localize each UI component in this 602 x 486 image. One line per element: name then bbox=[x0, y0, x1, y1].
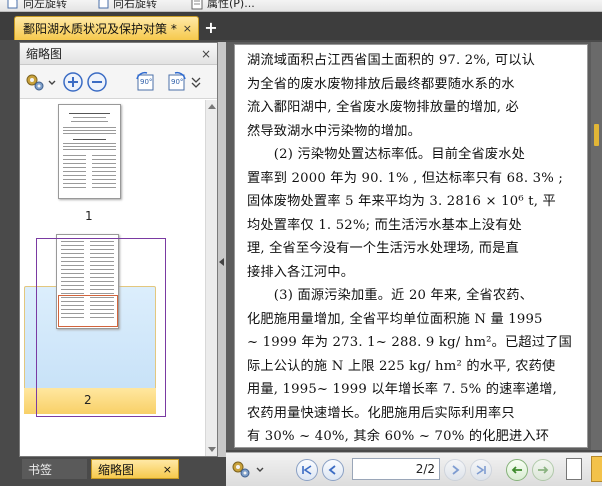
thumbnail-panel-title: 缩略图 bbox=[26, 47, 63, 61]
text-line: 有 30% ~ 40%, 其余 60% ~ 70% 的化肥进入环 bbox=[247, 429, 550, 444]
text-line: 理, 全省至今没有一个生活污水处理场, 而是直 bbox=[247, 241, 519, 256]
copy-pages-icon bbox=[165, 455, 205, 456]
page-indicator: 2/2 bbox=[415, 462, 435, 476]
continuous-view-icon[interactable] bbox=[591, 456, 602, 482]
previous-page-button[interactable] bbox=[322, 459, 344, 481]
close-tab-icon[interactable]: × bbox=[183, 22, 192, 35]
rotate-right-label: 向右旋转 bbox=[113, 0, 157, 10]
rotate-ccw-label: 90° bbox=[140, 78, 153, 86]
document-view: 湖流域面积占江西省国土面积的 97. 2%, 可以认 为全省的废水废物排放后最终… bbox=[226, 42, 602, 450]
properties-button[interactable]: 属性(P)... bbox=[190, 0, 255, 11]
thumbnail-label-1: 1 bbox=[85, 209, 93, 223]
chevron-right-icon bbox=[452, 465, 460, 475]
text-line: 用量, 1995~ 1999 以年增长率 7. 5% 的速率递增, bbox=[247, 382, 558, 397]
arrow-left-icon bbox=[511, 466, 522, 474]
tab-thumbnails-label: 缩略图 bbox=[98, 462, 135, 477]
text-line: 接排入各江河中。 bbox=[247, 264, 355, 280]
gear-icon[interactable] bbox=[230, 458, 252, 480]
zoom-out-icon[interactable] bbox=[86, 71, 108, 93]
text-line: 化肥施用量增加, 全省平均单位面积施 N 量 1995 bbox=[247, 311, 543, 327]
thumbnail-toolbar: 90° 90° bbox=[20, 65, 217, 99]
rotate-cw-label: 90° bbox=[171, 78, 184, 86]
main-toolbar: 向左旋转 向右旋转 属性(P)... bbox=[0, 0, 602, 12]
tab-thumbnails[interactable]: 缩略图 × bbox=[91, 459, 179, 479]
text-line: ~ 1999 年为 273. 1~ 288. 9 kg/ hm²。已超过了国 bbox=[247, 335, 572, 350]
text-line: 置率到 2000 年为 90. 1% , 但达标率只有 68. 3% ; bbox=[247, 170, 563, 186]
gear-icon[interactable] bbox=[24, 71, 46, 93]
text-line: 农药用量快速增长。化肥施用后实际利用率只 bbox=[247, 405, 515, 421]
chevron-left-icon bbox=[328, 465, 336, 475]
rotate-right-icon bbox=[98, 0, 109, 9]
last-page-button[interactable] bbox=[470, 459, 492, 481]
go-back-button[interactable] bbox=[506, 459, 528, 481]
first-page-button[interactable] bbox=[296, 459, 318, 481]
thumbnail-list: 1 2 bbox=[20, 100, 205, 456]
thumbnail-panel-header: 缩略图 × bbox=[20, 43, 217, 65]
more-options-icon[interactable] bbox=[190, 71, 202, 93]
text-line: 然导致湖水中污染物的增加。 bbox=[247, 123, 422, 139]
rotate-left-button[interactable]: 向左旋转 bbox=[6, 0, 67, 11]
document-page: 湖流域面积占江西省国土面积的 97. 2%, 可以认 为全省的废水废物排放后最终… bbox=[234, 44, 588, 448]
rotate-left-icon bbox=[7, 0, 18, 9]
go-forward-button[interactable] bbox=[532, 459, 554, 481]
close-panel-icon[interactable]: × bbox=[201, 47, 211, 61]
text-line: 固体废物处置率 5 年来平均为 3. 2816 × 10⁶ t, 平 bbox=[247, 194, 556, 209]
panel-tabs: 书签 缩略图 × bbox=[19, 458, 218, 480]
scroll-down-icon[interactable] bbox=[208, 447, 216, 452]
scroll-up-icon[interactable] bbox=[208, 104, 216, 109]
next-page-button[interactable] bbox=[444, 459, 466, 481]
document-tab-title: 鄱阳湖水质状况及保护对策 * bbox=[23, 22, 177, 36]
close-thumbnails-tab-icon[interactable]: × bbox=[163, 463, 172, 476]
document-tab[interactable]: 鄱阳湖水质状况及保护对策 * × bbox=[14, 16, 199, 40]
thumbnail-scrollbar[interactable] bbox=[205, 100, 217, 456]
text-line: 为全省的废水废物排放后最终都要随水系的水 bbox=[247, 76, 515, 92]
properties-icon bbox=[191, 0, 203, 10]
page-number-input[interactable]: 2/2 bbox=[352, 458, 440, 480]
text-line: 均处置率仅 1. 52%; 而生活污水基本上没有处 bbox=[247, 217, 522, 233]
side-marker[interactable] bbox=[594, 124, 599, 146]
text-line: (3) 面源污染加重。近 20 年来, 全省农药、 bbox=[247, 288, 534, 303]
properties-label: 属性(P)... bbox=[207, 0, 255, 10]
page-thumbnail-1[interactable] bbox=[58, 104, 121, 199]
text-line: 际上公认的施 N 上限 225 kg/ hm² 的水平, 农药使 bbox=[247, 358, 556, 374]
navigation-bar: 2/2 bbox=[226, 452, 602, 486]
chevron-down-icon[interactable] bbox=[48, 71, 56, 93]
document-tab-bar: 鄱阳湖水质状况及保护对策 * × + bbox=[0, 12, 602, 40]
rotate-ccw-button[interactable]: 90° bbox=[134, 71, 158, 93]
text-line: 湖流域面积占江西省国土面积的 97. 2%, 可以认 bbox=[247, 53, 536, 68]
rotate-left-label: 向左旋转 bbox=[23, 0, 67, 10]
viewport-indicator[interactable] bbox=[36, 238, 166, 417]
single-page-view-icon[interactable] bbox=[566, 458, 582, 480]
collapse-panel-icon[interactable] bbox=[219, 258, 224, 266]
right-side-strip bbox=[591, 42, 602, 450]
rotate-cw-button[interactable]: 90° bbox=[164, 71, 188, 93]
zoom-in-icon[interactable] bbox=[62, 71, 84, 93]
new-tab-button[interactable]: + bbox=[203, 19, 219, 37]
first-page-icon bbox=[302, 465, 312, 475]
thumbnail-panel: 缩略图 × 90° 90° 1 2 bbox=[19, 42, 218, 457]
chevron-down-icon[interactable] bbox=[256, 458, 264, 480]
panel-splitter[interactable] bbox=[218, 42, 226, 457]
arrow-right-icon bbox=[538, 466, 549, 474]
text-line: (2) 污染物处置达标率低。目前全省废水处 bbox=[247, 147, 526, 162]
last-page-icon bbox=[476, 465, 486, 475]
tab-bookmarks-label: 书签 bbox=[28, 462, 53, 477]
rotate-right-button[interactable]: 向右旋转 bbox=[96, 0, 157, 11]
app-window: 向左旋转 向右旋转 属性(P)... 鄱阳湖水质状况及保护对策 * × + 缩略… bbox=[0, 0, 602, 486]
text-line: 流入鄱阳湖中, 全省废水废物排放量的增加, 必 bbox=[247, 100, 519, 115]
tab-bookmarks[interactable]: 书签 bbox=[22, 459, 87, 479]
